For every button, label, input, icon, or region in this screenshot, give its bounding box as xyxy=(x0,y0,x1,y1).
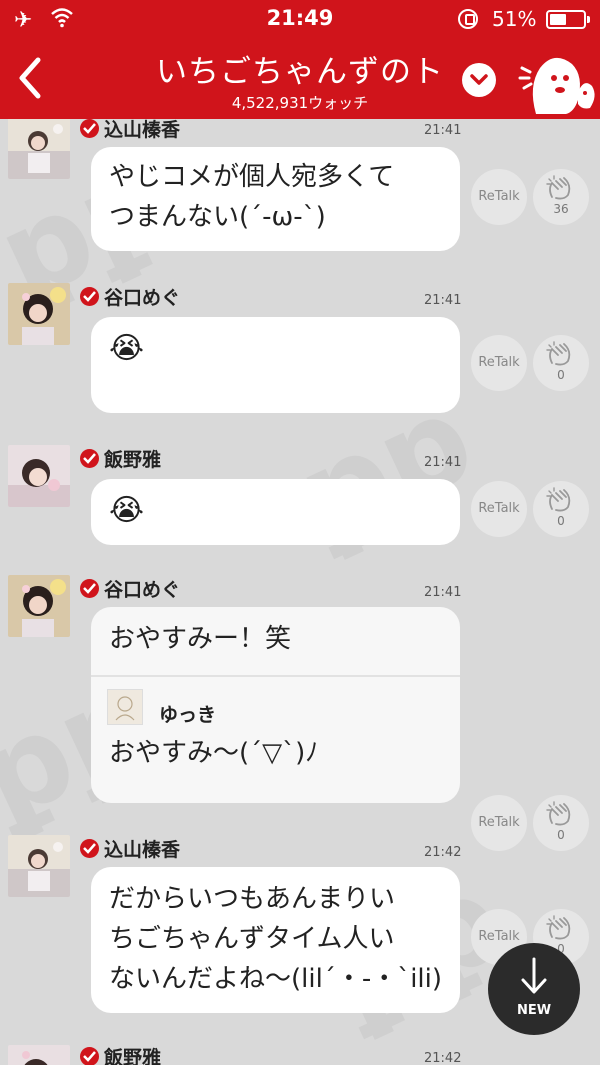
message-line: おやすみー！笑 xyxy=(109,624,292,654)
talk-message: 谷口めぐ 21:41 😭 ReTalk 0 xyxy=(0,279,600,419)
girl-photo-icon xyxy=(8,575,70,637)
girl-photo-icon xyxy=(8,119,70,179)
clap-hands-icon xyxy=(546,487,571,512)
message-time: 21:42 xyxy=(424,1051,462,1065)
clap-hands-icon xyxy=(546,341,571,366)
drawing-avatar-icon xyxy=(115,696,135,721)
member-name[interactable]: 谷口めぐ xyxy=(104,575,180,602)
clap-count: 0 xyxy=(557,514,565,528)
girl-photo-icon xyxy=(8,283,70,345)
talk-feed[interactable]: ꝑꝑ ꝑꝑ ꝑꝑ ꝑꝑ 込山榛香 21:41 やじコメが個人宛多くて つまんない… xyxy=(0,119,600,1065)
girl-photo-icon xyxy=(8,835,70,897)
back-chevron-icon[interactable] xyxy=(14,56,46,100)
page-title: いちごちゃんずのト xyxy=(156,54,444,90)
avatar[interactable] xyxy=(8,575,70,637)
orientation-lock-icon xyxy=(458,9,478,29)
member-name[interactable]: 込山榛香 xyxy=(104,835,180,862)
verified-badge-icon xyxy=(80,839,99,858)
avatar[interactable] xyxy=(8,283,70,345)
message-time: 21:41 xyxy=(424,585,462,600)
verified-badge-icon xyxy=(80,449,99,468)
verified-badge-icon xyxy=(80,287,99,306)
member-name[interactable]: 谷口めぐ xyxy=(104,283,180,310)
quoted-user-name: ゆっき xyxy=(159,704,217,726)
clap-hands-icon xyxy=(546,801,571,826)
quoted-user-avatar xyxy=(107,689,143,725)
message-bubble[interactable]: 😭 xyxy=(91,479,460,545)
status-bar: ✈ 21:49 51% xyxy=(0,0,600,40)
message-bubble[interactable]: だからいつもあんまりい ちごちゃんずタイム人い ないんだよね〜(lil´・-・`… xyxy=(91,867,460,1013)
retalk-button[interactable]: ReTalk xyxy=(471,169,527,225)
battery-fill xyxy=(550,14,566,25)
member-name[interactable]: 込山榛香 xyxy=(104,119,180,142)
girl-photo-icon xyxy=(8,1045,70,1065)
clap-button[interactable]: 36 xyxy=(533,169,589,225)
message-line: ちごちゃんずタイム人い xyxy=(109,924,395,954)
retalk-button[interactable]: ReTalk xyxy=(471,481,527,537)
verified-badge-icon xyxy=(80,119,99,138)
talk-message: 飯野雅 21:41 😭 ReTalk 0 xyxy=(0,441,600,551)
message-time: 21:42 xyxy=(424,845,462,860)
chevron-down-icon xyxy=(470,74,488,85)
message-line: 😭 xyxy=(109,331,145,366)
watch-count: 4,522,931ウォッチ xyxy=(231,94,369,112)
message-line: つまんない(´-ω-`) xyxy=(109,202,326,232)
message-line: ないんだよね〜(lil´・-・`ili) xyxy=(109,964,443,994)
retalk-button[interactable]: ReTalk xyxy=(471,335,527,391)
verified-badge-icon xyxy=(80,1047,99,1065)
battery-percent: 51% xyxy=(492,7,537,31)
member-name[interactable]: 飯野雅 xyxy=(104,1043,161,1065)
title-dropdown-button[interactable] xyxy=(462,63,496,97)
message-time: 21:41 xyxy=(424,293,462,308)
message-time: 21:41 xyxy=(424,455,462,470)
avatar[interactable] xyxy=(8,835,70,897)
battery-icon xyxy=(546,10,590,29)
avatar[interactable] xyxy=(8,119,70,179)
clap-count: 0 xyxy=(557,368,565,382)
girl-photo-icon xyxy=(8,445,70,507)
arrow-down-icon xyxy=(521,957,547,994)
new-messages-button[interactable]: NEW xyxy=(488,943,580,1035)
clap-button[interactable]: 0 xyxy=(533,481,589,537)
talk-message: 谷口めぐ 21:41 おやすみー！笑 ゆっき おやすみ〜(´▽`)ﾉ ReTal… xyxy=(0,571,600,851)
clap-hands-icon xyxy=(546,915,571,940)
message-bubble[interactable]: 😭 xyxy=(91,317,460,413)
member-name[interactable]: 飯野雅 xyxy=(104,445,161,472)
new-button-label: NEW xyxy=(516,1003,552,1018)
message-bubble[interactable]: やじコメが個人宛多くて つまんない(´-ω-`) xyxy=(91,147,460,251)
clap-button[interactable]: 0 xyxy=(533,335,589,391)
avatar[interactable] xyxy=(8,445,70,507)
avatar[interactable] xyxy=(8,1045,70,1065)
quoted-reply[interactable]: ゆっき おやすみ〜(´▽`)ﾉ xyxy=(91,675,460,803)
quoted-text: おやすみ〜(´▽`)ﾉ xyxy=(109,738,319,768)
message-bubble[interactable]: おやすみー！笑 ゆっき おやすみ〜(´▽`)ﾉ xyxy=(91,607,460,803)
clap-hands-icon xyxy=(546,175,571,200)
verified-badge-icon xyxy=(80,579,99,598)
talk-message: 飯野雅 21:42 xyxy=(0,1041,600,1065)
nav-bar: いちごちゃんずのト 4,522,931ウォッチ xyxy=(0,40,600,119)
talk-message: 込山榛香 21:41 やじコメが個人宛多くて つまんない(´-ω-`) ReTa… xyxy=(0,119,600,257)
message-line: 😭 xyxy=(109,493,145,528)
message-time: 21:41 xyxy=(424,123,462,138)
message-line: だからいつもあんまりい xyxy=(109,884,396,914)
message-line: やじコメが個人宛多くて xyxy=(109,162,395,192)
clap-count: 36 xyxy=(553,202,569,216)
ghost-mascot-icon[interactable] xyxy=(518,46,598,116)
